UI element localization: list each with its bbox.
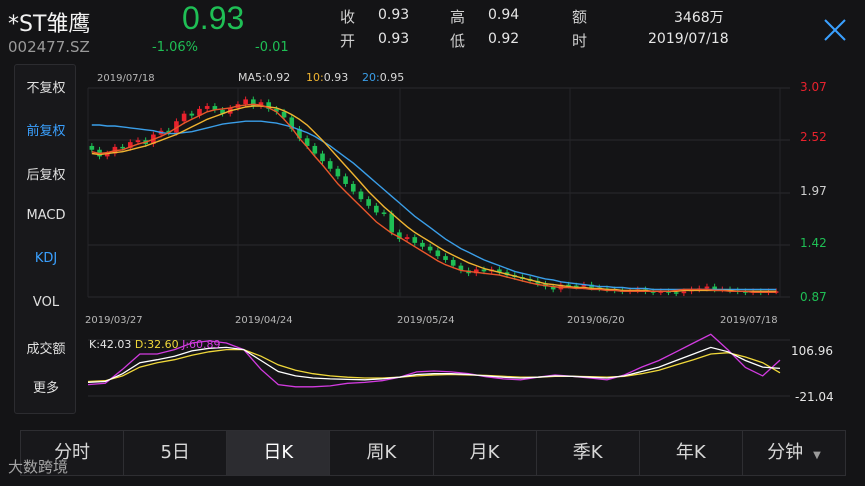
- candle-body: [135, 140, 141, 143]
- candle-body: [335, 168, 341, 177]
- kdj-d-line: [87, 348, 781, 383]
- tab-weekly-k[interactable]: 周K: [330, 431, 434, 475]
- svg-text:K:42.03 D:32.60 J:60.8: K:42.03 D:32.60 J:60.89: [89, 338, 221, 351]
- candle-body: [681, 291, 687, 294]
- period-tabs: 分时 5日 日K 周K 月K 季K 年K 分钟 ▼: [20, 430, 846, 476]
- candle-body: [327, 161, 333, 169]
- svg-text:20:0.95: 20:0.95: [362, 71, 404, 84]
- ma10-legend-value: 0.93: [324, 71, 349, 84]
- candle-body: [320, 153, 325, 162]
- candle-body: [281, 111, 287, 118]
- candle-body: [181, 113, 187, 122]
- price-tick-2: 2.52: [800, 130, 827, 144]
- tab-monthly-k[interactable]: 月K: [434, 431, 537, 475]
- price-tick-3: 1.97: [800, 184, 827, 198]
- price-tick-1: 3.07: [800, 80, 827, 94]
- candle-body: [443, 256, 448, 260]
- ma5-legend-label: MA5:: [238, 71, 266, 84]
- tab-yearly-k[interactable]: 年K: [640, 431, 743, 475]
- ma10-legend-label: 10:: [306, 71, 324, 84]
- watermark: 大数跨境: [8, 458, 69, 476]
- chevron-down-icon: ▼: [813, 450, 821, 461]
- date-tick-4: 2019/06/20: [567, 315, 625, 326]
- price-tick-4: 1.42: [800, 236, 827, 250]
- kdj-tick-low: -21.04: [795, 390, 834, 404]
- candle-body: [366, 199, 371, 206]
- candle-body: [204, 106, 210, 109]
- ma20-legend-label: 20:: [362, 71, 380, 84]
- ma5-legend-value: 0.92: [266, 71, 291, 84]
- candle-body: [673, 292, 679, 294]
- candle-body: [381, 212, 387, 214]
- svg-text:MA5:0.92: MA5:0.92: [238, 71, 290, 84]
- candle-body: [374, 205, 379, 213]
- candle-body: [358, 191, 364, 200]
- date-tick-2: 2019/04/24: [235, 315, 293, 326]
- candle-body: [189, 113, 195, 116]
- candle-body: [481, 269, 487, 272]
- tab-minute-label: 分钟: [767, 442, 804, 463]
- candle-body: [450, 259, 456, 266]
- candle-body: [427, 246, 433, 251]
- candle-body: [404, 237, 410, 240]
- tab-daily-k[interactable]: 日K: [227, 431, 331, 475]
- ma5-line: [91, 103, 777, 293]
- candle-body: [120, 146, 125, 149]
- candle-body: [389, 213, 395, 233]
- date-tick-1: 2019/03/27: [85, 315, 143, 326]
- date-tick-3: 2019/05/24: [397, 315, 455, 326]
- tab-5day[interactable]: 5日: [124, 431, 228, 475]
- svg-text:10:0.93: 10:0.93: [306, 71, 348, 84]
- ma20-legend-value: 0.95: [380, 71, 405, 84]
- candle-body: [343, 176, 348, 184]
- ma10-line: [91, 105, 777, 292]
- candle-body: [704, 286, 710, 289]
- ma20-line: [91, 120, 777, 291]
- ma-lines-layer: [91, 103, 777, 293]
- kdj-k-value: K:42.03: [89, 338, 131, 351]
- kline-chart[interactable]: 2019/07/18 MA5:0.92 10:0.93 20:0.95 3.07…: [0, 0, 865, 430]
- kdj-j-value: J:60.89: [181, 338, 220, 351]
- candle-body: [420, 242, 425, 247]
- candle-body: [435, 250, 441, 257]
- candle-body: [89, 145, 95, 150]
- date-tick-5: 2019/07/18: [720, 315, 778, 326]
- candle-body: [312, 145, 318, 154]
- tab-minute[interactable]: 分钟 ▼: [743, 431, 845, 475]
- candle-body: [412, 237, 418, 243]
- candle-body: [350, 183, 356, 192]
- kdj-d-value: D:32.60: [135, 338, 179, 351]
- ma-legend-date: 2019/07/18: [97, 73, 155, 84]
- kdj-tick-high: 106.96: [791, 344, 833, 358]
- tab-quarterly-k[interactable]: 季K: [537, 431, 640, 475]
- candle-body: [243, 99, 248, 105]
- price-tick-5: 0.87: [800, 290, 827, 304]
